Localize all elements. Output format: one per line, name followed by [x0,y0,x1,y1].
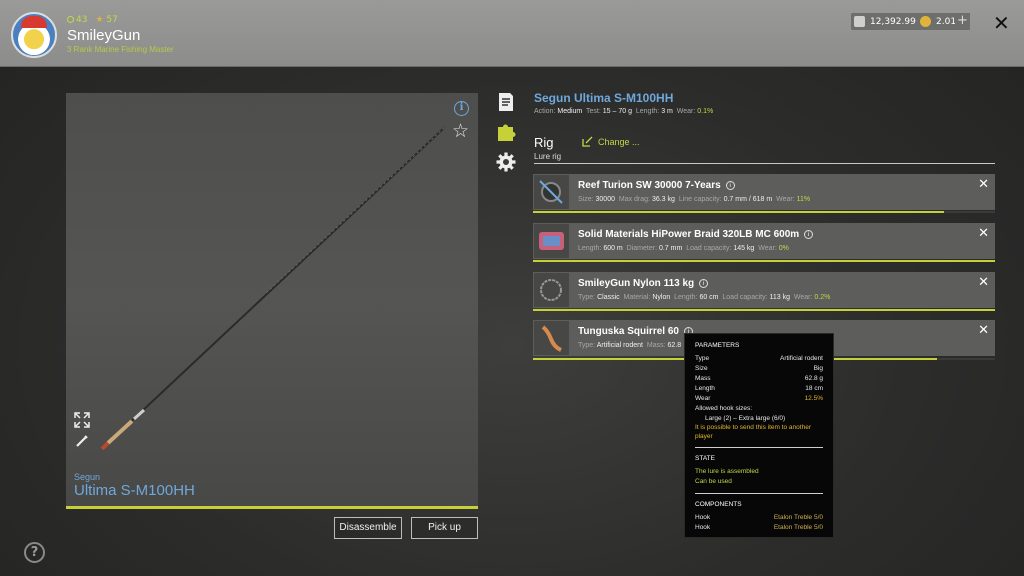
info-icon[interactable]: i [804,230,814,239]
disassemble-button[interactable]: Disassemble [334,517,402,539]
info-icon[interactable]: i [725,181,735,190]
silver-balance: 12,392.99 [851,13,921,30]
profile-header: 43 ★ 57 SmileyGun 3 Rank Marine Fishing … [0,0,1024,67]
document-icon[interactable] [495,91,517,113]
component-entry: Hook Etalon Treble 5/0 [695,524,823,531]
component-name: Tunguska Squirrel 60 i [578,326,693,337]
remove-icon[interactable]: ✕ [978,177,989,192]
info-icon[interactable]: i [454,101,469,116]
gold-amount: 2.01 [936,16,957,27]
pencil-icon[interactable] [74,433,90,449]
rod-brand: Segun [74,472,101,482]
param-row: Type Artificial rodent [695,355,823,362]
state-header: STATE [695,455,715,462]
rig-divider [534,163,995,164]
wear-bar [533,211,995,213]
components-header: COMPONENTS [695,501,742,508]
leader-thumbnail [534,273,569,307]
rig-subtitle: Lure rig [534,152,562,161]
gold-coin-icon [920,16,931,27]
rig-title: Rig [534,135,554,150]
username: SmileyGun [67,27,141,44]
star-icon: ★ [95,15,104,25]
level-icon [67,16,74,23]
player-stats: 43 ★ 57 [67,15,118,25]
component-specs: Type: Classic Material: Nylon Length: 60… [578,294,831,301]
help-icon[interactable]: ? [24,542,45,563]
tooltip-divider [695,493,823,494]
param-row: Size Big [695,365,823,372]
tooltip-divider [695,447,823,448]
hook-sizes-value: Large (2) – Extra large (6/0) [705,415,786,422]
component-specs: Type: Artificial rodent Mass: 62.8 [578,342,682,349]
param-row: Length 18 cm [695,385,823,392]
param-row: Mass 62.8 g [695,375,823,382]
puzzle-icon[interactable] [495,121,517,143]
component-entry: Hook Etalon Treble 5/0 [695,514,823,521]
rod-image [100,127,445,451]
info-icon[interactable]: i [699,279,709,288]
component-name: Solid Materials HiPower Braid 320LB MC 6… [578,229,814,240]
wear-bar [533,260,995,262]
state-line: Can be used [695,478,732,485]
component-specs: Size: 30000 Max drag: 36.3 kg Line capac… [578,196,811,203]
player-level: 43 [76,15,88,25]
component-specs: Length: 600 m Diameter: 0.7 mm Load capa… [578,245,789,252]
lure-thumbnail [534,321,569,355]
component-name: Reef Turion SW 30000 7-Years i [578,180,735,191]
change-rig-label: Change ... [598,136,640,147]
change-rig-button[interactable]: Change ... [582,136,640,147]
reel-thumbnail [534,175,569,209]
avatar[interactable] [11,12,57,58]
player-stars: 57 [106,15,118,25]
state-line: The lure is assembled [695,468,759,475]
hook-sizes-label: Allowed hook sizes: [695,405,753,412]
player-rank: 3 Rank Marine Fishing Master [67,45,174,54]
send-note: It is possible to send this item to anot… [695,424,811,440]
close-icon[interactable]: ✕ [993,11,1010,35]
pick-up-button[interactable]: Pick up [411,517,478,539]
remove-icon[interactable]: ✕ [978,226,989,241]
expand-icon[interactable] [74,412,90,428]
component-row[interactable]: Reef Turion SW 30000 7-Years i Size: 3000… [533,174,995,210]
item-tooltip: PARAMETERS Type Artificial rodent Size Big… [684,333,834,538]
add-currency-button[interactable]: + [955,13,970,30]
gear-icon[interactable] [495,151,517,173]
component-row[interactable]: Solid Materials HiPower Braid 320LB MC 6… [533,223,995,259]
remove-icon[interactable]: ✕ [978,275,989,290]
line-spool-thumbnail [534,224,569,258]
star-icon[interactable]: ☆ [452,120,469,142]
param-row: Wear 12.5% [695,395,823,402]
rod-model: Ultima S-M100HH [74,482,195,499]
silver-coin-icon [854,16,865,27]
silver-amount: 12,392.99 [870,16,916,27]
parameters-header: PARAMETERS [695,342,740,349]
remove-icon[interactable]: ✕ [978,323,989,338]
edit-icon [582,136,593,147]
wear-bar [533,309,995,311]
component-row[interactable]: SmileyGun Nylon 113 kg i Type: Classic Ma… [533,272,995,308]
item-title: Segun Ultima S-M100HH [534,91,674,105]
item-stats: Action: Medium Test: 15 – 70 g Length: 3… [534,108,714,115]
rod-condition-bar [66,506,478,509]
component-name: SmileyGun Nylon 113 kg i [578,278,709,289]
